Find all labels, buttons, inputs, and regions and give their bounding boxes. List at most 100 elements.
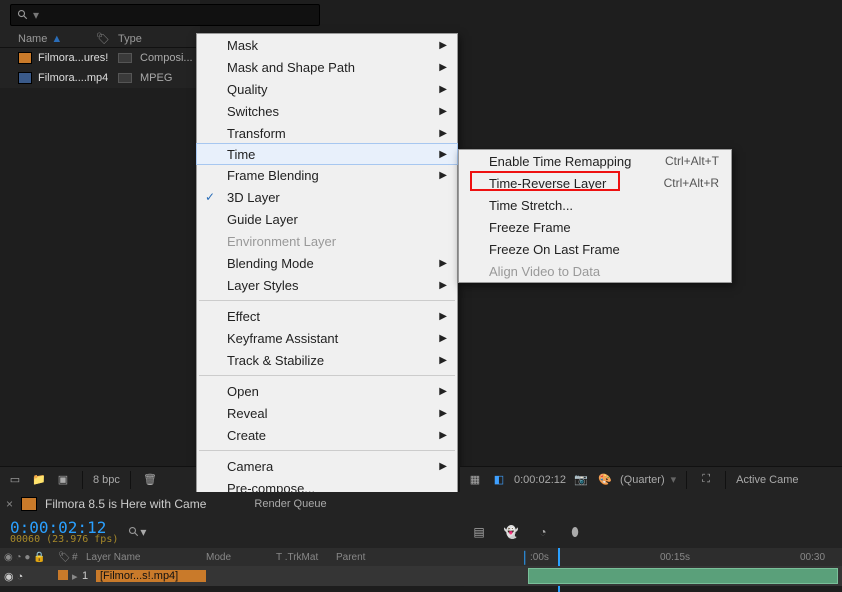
- menu-freeze-on-last-frame[interactable]: Freeze On Last Frame: [459, 238, 731, 260]
- menu-quality[interactable]: Quality▶: [197, 78, 457, 100]
- submenu-arrow-icon: ▶: [439, 40, 447, 51]
- layer-row[interactable]: ◉ ◔ ▸ 1 [Filmor...s!.mp4]: [0, 566, 460, 586]
- bpc-label[interactable]: 8 bpc: [93, 474, 120, 486]
- submenu-arrow-icon: ▶: [439, 408, 447, 419]
- col-name[interactable]: Name ▲: [18, 33, 96, 45]
- shortcut-label: Ctrl+Alt+T: [665, 154, 719, 168]
- menu-blending-mode[interactable]: Blending Mode▶: [197, 252, 457, 274]
- menu-mask-shape-path[interactable]: Mask and Shape Path▶: [197, 56, 457, 78]
- timeline-tabs: × Filmora 8.5 is Here with Came Render Q…: [0, 492, 842, 516]
- folder-icon[interactable]: 📁: [30, 471, 48, 489]
- viewer-camera[interactable]: Active Came: [736, 474, 798, 486]
- col-num[interactable]: #: [72, 552, 86, 563]
- menu-camera[interactable]: Camera▶: [197, 455, 457, 477]
- project-row[interactable]: Filmora....mp4 MPEG: [0, 68, 200, 88]
- timeline-header: 0:00:02:12 00060 (23.976 fps) ▾: [0, 516, 460, 548]
- col-trkmat[interactable]: T .TrkMat: [276, 552, 336, 563]
- submenu-arrow-icon: ▶: [439, 386, 447, 397]
- expand-icon[interactable]: ⛶: [697, 471, 715, 489]
- interpret-icon[interactable]: ▭: [6, 471, 24, 489]
- menu-frame-blending[interactable]: Frame Blending▶: [197, 164, 457, 186]
- menu-layer-styles[interactable]: Layer Styles▶: [197, 274, 457, 296]
- col-layer-name[interactable]: Layer Name: [86, 552, 206, 563]
- close-tab-icon[interactable]: ×: [6, 497, 13, 511]
- snapshot-icon[interactable]: 📷: [572, 471, 590, 489]
- submenu-arrow-icon: ▶: [439, 430, 447, 441]
- submenu-arrow-icon: ▶: [439, 84, 447, 95]
- menu-mask[interactable]: Mask▶: [197, 34, 457, 56]
- menu-sep: [199, 450, 455, 451]
- project-columns: Name ▲ 🏷 Type: [0, 30, 200, 48]
- comp-swatch-icon: [21, 497, 37, 511]
- viewer-time[interactable]: 0:00:02:12: [514, 474, 566, 486]
- submenu-arrow-icon: ▶: [439, 170, 447, 181]
- menu-sep: [199, 375, 455, 376]
- viewer-toolbar: ▦ ◧ 0:00:02:12 📷 🎨 (Quarter) ▾ ⛶ Active …: [460, 466, 842, 492]
- motion-blur-icon[interactable]: ⬮: [566, 523, 584, 541]
- shy-icon[interactable]: 👻: [502, 523, 520, 541]
- comp-tab[interactable]: Filmora 8.5 is Here with Came: [45, 497, 206, 511]
- layer-bar[interactable]: [528, 568, 838, 584]
- file-type: Composi...: [140, 52, 193, 64]
- submenu-arrow-icon: ▶: [439, 106, 447, 117]
- submenu-arrow-icon: ▶: [439, 461, 447, 472]
- col-type[interactable]: Type: [118, 33, 142, 45]
- menu-open[interactable]: Open▶: [197, 380, 457, 402]
- submenu-arrow-icon: ▶: [439, 355, 447, 366]
- submenu-arrow-icon: ▶: [439, 258, 447, 269]
- submenu-arrow-icon: ▶: [439, 149, 447, 160]
- timeline-search-icon[interactable]: ▾: [128, 523, 146, 541]
- menu-switches[interactable]: Switches▶: [197, 100, 457, 122]
- col-mode[interactable]: Mode: [206, 552, 276, 563]
- current-frame: 00060 (23.976 fps): [10, 534, 118, 545]
- ruler-tick: 00:30: [800, 552, 825, 563]
- grid-icon[interactable]: ▦: [466, 471, 484, 489]
- video-thumb-icon: [18, 72, 32, 84]
- menu-freeze-frame[interactable]: Freeze Frame: [459, 216, 731, 238]
- menu-track-stabilize[interactable]: Track & Stabilize▶: [197, 349, 457, 371]
- menu-time-stretch[interactable]: Time Stretch...: [459, 194, 731, 216]
- menu-enable-time-remapping[interactable]: Enable Time RemappingCtrl+Alt+T: [459, 150, 731, 172]
- menu-align-video-to-data: Align Video to Data: [459, 260, 731, 282]
- menu-transform[interactable]: Transform▶: [197, 122, 457, 144]
- divider: [725, 471, 726, 489]
- col-parent[interactable]: Parent: [336, 552, 396, 563]
- search-icon: [17, 9, 29, 21]
- project-row[interactable]: Filmora...ures! Composi...: [0, 48, 200, 68]
- project-search-input[interactable]: ▾: [10, 4, 320, 26]
- menu-create[interactable]: Create▶: [197, 424, 457, 446]
- menu-guide-layer[interactable]: Guide Layer: [197, 208, 457, 230]
- submenu-arrow-icon: ▶: [439, 311, 447, 322]
- comp-mini-icon[interactable]: ▤: [470, 523, 488, 541]
- color-mgmt-icon[interactable]: 🎨: [596, 471, 614, 489]
- timeline-track[interactable]: [460, 566, 842, 586]
- file-type: MPEG: [140, 72, 172, 84]
- mask-visibility-icon[interactable]: ◧: [490, 471, 508, 489]
- time-submenu[interactable]: Enable Time RemappingCtrl+Alt+T Time-Rev…: [458, 149, 732, 283]
- tag-swatch[interactable]: [118, 53, 132, 63]
- menu-keyframe-assistant[interactable]: Keyframe Assistant▶: [197, 327, 457, 349]
- new-comp-icon[interactable]: ▣: [54, 471, 72, 489]
- menu-reveal[interactable]: Reveal▶: [197, 402, 457, 424]
- tag-swatch[interactable]: [118, 73, 132, 83]
- project-footer: ▭ 📁 ▣ 8 bpc 🗑: [0, 466, 196, 492]
- comp-thumb-icon: [18, 52, 32, 64]
- render-queue-tab[interactable]: Render Queue: [254, 498, 326, 510]
- file-name: Filmora...ures!: [38, 52, 118, 64]
- menu-3d-layer[interactable]: ✓3D Layer: [197, 186, 457, 208]
- menu-time[interactable]: Time▶: [196, 143, 458, 165]
- timeline-ruler[interactable]: ⎸ :00s 00:15s 00:30: [460, 548, 842, 566]
- trash-icon[interactable]: 🗑: [141, 471, 159, 489]
- graph-icon[interactable]: ◔: [534, 523, 552, 541]
- layer-name[interactable]: [Filmor...s!.mp4]: [96, 570, 206, 582]
- file-name: Filmora....mp4: [38, 72, 118, 84]
- menu-time-reverse-layer[interactable]: Time-Reverse LayerCtrl+Alt+R: [459, 172, 731, 194]
- ruler-tick: :00s: [530, 552, 549, 563]
- shortcut-label: Ctrl+Alt+R: [664, 176, 719, 190]
- menu-effect[interactable]: Effect▶: [197, 305, 457, 327]
- ruler-tick: 00:15s: [660, 552, 690, 563]
- submenu-arrow-icon: ▶: [439, 128, 447, 139]
- viewer-quality[interactable]: (Quarter): [620, 474, 665, 486]
- sort-asc-icon: ▲: [51, 33, 62, 45]
- tag-icon[interactable]: 🏷: [96, 32, 118, 45]
